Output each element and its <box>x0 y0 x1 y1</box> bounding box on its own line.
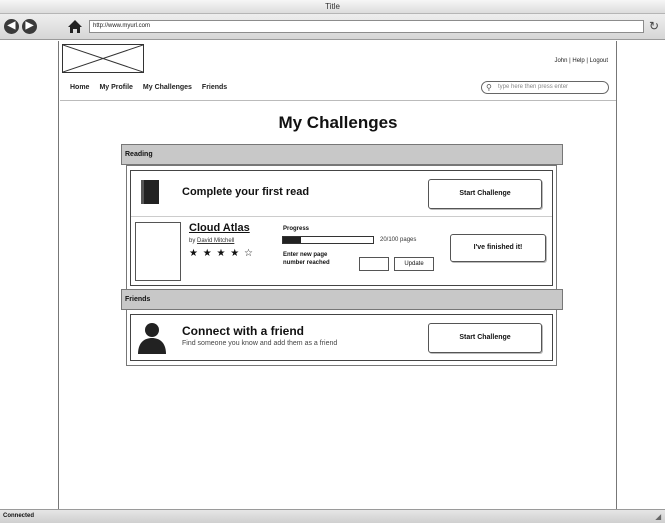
page-content: John | Help | Logout Home My Profile My … <box>60 41 616 509</box>
search-placeholder: type here then press enter <box>498 84 569 90</box>
star-rating: ★ ★ ★ ★ ☆ <box>189 248 254 259</box>
progress-bar-fill <box>283 237 301 243</box>
book-cover <box>135 222 181 281</box>
start-challenge-button[interactable]: Start Challenge <box>428 179 542 209</box>
nav-item-my-profile[interactable]: My Profile <box>99 84 132 91</box>
finished-button[interactable]: I've finished it! <box>450 234 546 262</box>
challenge-title: Complete your first read <box>182 186 310 198</box>
reload-icon[interactable]: ↻ <box>649 20 659 32</box>
nav-item-friends[interactable]: Friends <box>202 84 227 91</box>
book-author-link[interactable]: David Mitchell <box>197 238 234 244</box>
back-icon[interactable]: ◀ <box>4 19 19 34</box>
pages-text: 20/100 pages <box>380 237 417 243</box>
search-icon: ⚲ <box>486 83 492 92</box>
card-divider <box>131 216 552 217</box>
progress-label: Progress <box>283 226 310 232</box>
friends-challenge-card: Connect with a friend Find someone you k… <box>130 314 553 361</box>
right-gutter <box>616 41 665 509</box>
reading-section-header: Reading <box>121 144 563 165</box>
friend-challenge-title: Connect with a friend <box>182 324 305 338</box>
search-input[interactable]: ⚲ type here then press enter <box>481 81 609 94</box>
friend-challenge-subtitle: Find someone you know and add them as a … <box>182 340 338 347</box>
url-input[interactable]: http://www.myurl.com <box>89 20 644 33</box>
home-icon[interactable] <box>67 19 83 34</box>
page-entry-label: Enter new page number reached <box>283 251 330 267</box>
status-bar: Connected ◢ <box>0 509 665 523</box>
user-link-john[interactable]: John <box>554 58 567 64</box>
book-by-prefix: by <box>189 238 196 244</box>
user-link-help[interactable]: Help <box>572 58 584 64</box>
book-title-link[interactable]: Cloud Atlas <box>189 222 250 234</box>
update-button[interactable]: Update <box>394 257 434 271</box>
book-icon <box>141 180 159 204</box>
friends-section-header: Friends <box>121 289 563 310</box>
user-link-logout[interactable]: Logout <box>590 58 608 64</box>
status-text: Connected <box>3 513 35 519</box>
browser-toolbar: ◀ ▶ http://www.myurl.com ↻ <box>0 14 665 40</box>
nav-item-home[interactable]: Home <box>70 84 89 91</box>
friend-start-challenge-button[interactable]: Start Challenge <box>428 323 542 353</box>
forward-icon[interactable]: ▶ <box>22 19 37 34</box>
left-gutter <box>0 41 59 509</box>
person-icon <box>137 322 167 359</box>
page-title: My Challenges <box>278 113 398 132</box>
reading-challenge-card: Complete your first read Start Challenge… <box>130 170 553 286</box>
nav-divider <box>60 100 616 101</box>
resize-grip-icon[interactable]: ◢ <box>656 512 661 523</box>
page-entry-label-line2: number reached <box>283 260 330 266</box>
page-entry-label-line1: Enter new page <box>283 252 328 258</box>
book-author-line: by David Mitchell <box>189 238 234 244</box>
logo-placeholder <box>62 44 144 73</box>
progress-bar <box>282 236 374 244</box>
page-number-input[interactable] <box>359 257 389 271</box>
main-nav: Home My Profile My Challenges Friends <box>70 84 227 91</box>
user-links: John | Help | Logout <box>554 58 608 64</box>
window-title: Title <box>0 0 665 14</box>
nav-item-my-challenges[interactable]: My Challenges <box>143 84 192 91</box>
